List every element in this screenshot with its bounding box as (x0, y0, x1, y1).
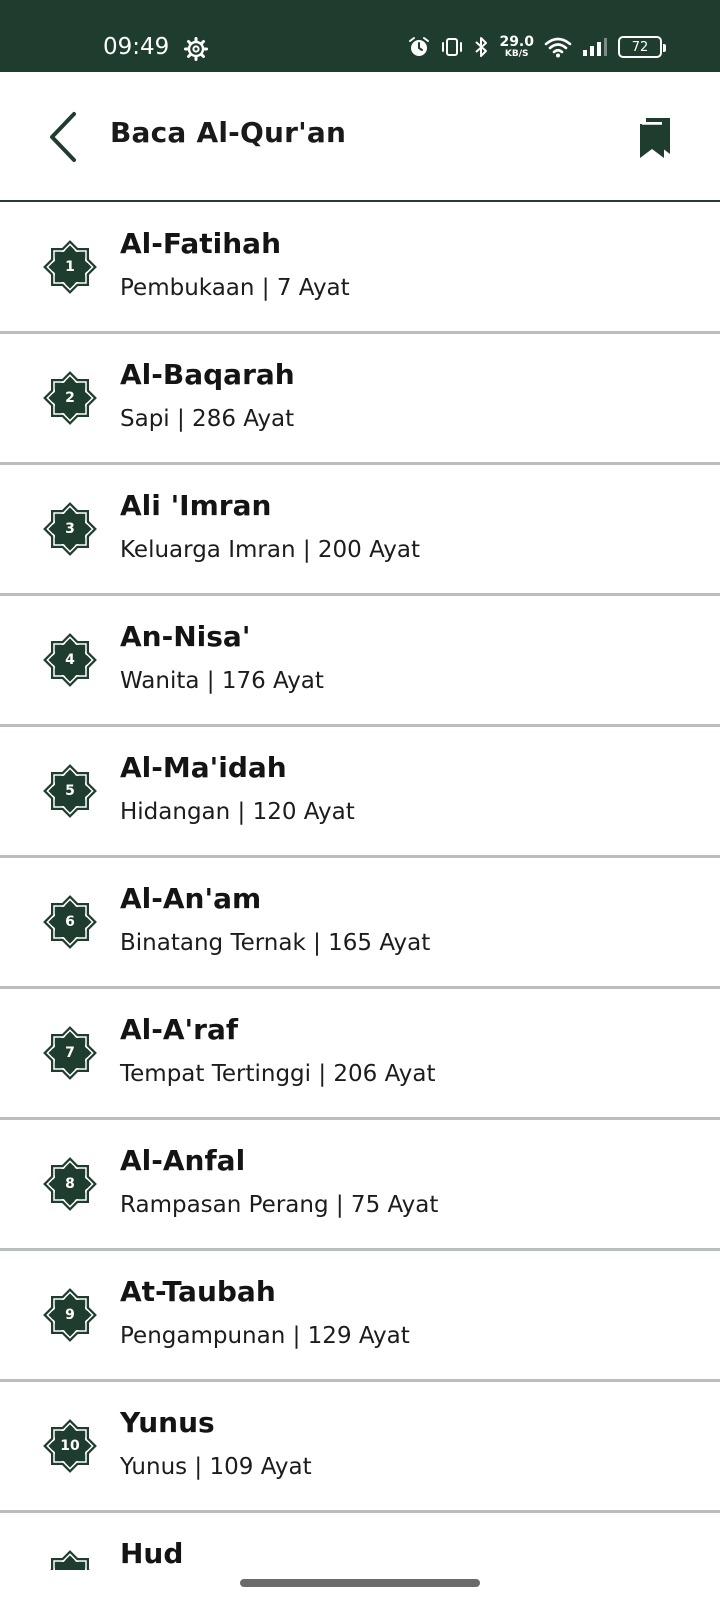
surah-number-badge: 5 (40, 761, 100, 821)
app-bar: Baca Al-Qur'an (0, 72, 720, 202)
surah-name: Ali 'Imran (120, 489, 272, 522)
surah-info: Pembukaan | 7 Ayat (120, 275, 350, 301)
alarm-icon (407, 35, 431, 59)
surah-info: Keluarga Imran | 200 Ayat (120, 537, 420, 563)
battery-level: 72 (631, 39, 649, 55)
surah-name: Al-A'raf (120, 1013, 239, 1046)
net-speed-value: 29.0 (499, 34, 534, 50)
status-time: 09:49 (103, 34, 170, 60)
surah-number-badge: 4 (40, 630, 100, 690)
surah-name: Al-Baqarah (120, 358, 295, 391)
surah-list-item[interactable]: 3 Ali 'Imran Keluarga Imran | 200 Ayat (0, 465, 720, 596)
surah-number-badge: 6 (40, 892, 100, 952)
surah-name: At-Taubah (120, 1275, 276, 1308)
surah-number: 1 (65, 259, 75, 275)
surah-number: 5 (65, 783, 75, 799)
status-bar: 09:49 29.0 KB/S 72 (0, 0, 720, 72)
surah-list-item[interactable]: 8 Al-Anfal Rampasan Perang | 75 Ayat (0, 1120, 720, 1251)
surah-list-item[interactable]: 4 An-Nisa' Wanita | 176 Ayat (0, 596, 720, 727)
net-speed: 29.0 KB/S (499, 35, 534, 59)
surah-info: Binatang Ternak | 165 Ayat (120, 930, 431, 956)
surah-number-badge: 10 (40, 1416, 100, 1476)
signal-icon (582, 37, 608, 57)
surah-number-badge: 9 (40, 1285, 100, 1345)
surah-list-item[interactable]: 2 Al-Baqarah Sapi | 286 Ayat (0, 334, 720, 465)
surah-name: Al-An'am (120, 882, 262, 915)
bluetooth-icon (473, 35, 489, 59)
page-title: Baca Al-Qur'an (110, 116, 347, 149)
surah-info: Sapi | 286 Ayat (120, 406, 295, 432)
surah-number-badge: 3 (40, 499, 100, 559)
surah-number: 6 (65, 914, 75, 930)
surah-number-badge: 8 (40, 1154, 100, 1214)
surah-number: 8 (65, 1176, 75, 1192)
surah-number: 2 (65, 390, 75, 406)
surah-number: 10 (60, 1438, 80, 1454)
surah-name: An-Nisa' (120, 620, 251, 653)
surah-number-badge: 2 (40, 368, 100, 428)
surah-list: 1 Al-Fatihah Pembukaan | 7 Ayat 2 Al-Baq… (0, 203, 720, 1600)
surah-number: 4 (65, 652, 75, 668)
surah-name: Al-Anfal (120, 1144, 246, 1177)
gear-icon (184, 37, 208, 61)
home-indicator[interactable] (240, 1579, 480, 1587)
wifi-icon (544, 36, 572, 58)
surah-list-item[interactable]: 9 At-Taubah Pengampunan | 129 Ayat (0, 1251, 720, 1382)
surah-list-item[interactable]: 1 Al-Fatihah Pembukaan | 7 Ayat (0, 203, 720, 334)
surah-number: 9 (65, 1307, 75, 1323)
surah-list-item[interactable]: 7 Al-A'raf Tempat Tertinggi | 206 Ayat (0, 989, 720, 1120)
surah-info: Yunus | 109 Ayat (120, 1454, 312, 1480)
vibrate-icon (441, 36, 463, 58)
surah-name: Yunus (120, 1406, 215, 1439)
battery-icon: 72 (618, 36, 666, 58)
chevron-left-icon (50, 112, 76, 162)
surah-number-badge: 1 (40, 237, 100, 297)
surah-number: 7 (65, 1045, 75, 1061)
surah-list-item[interactable]: 10 Yunus Yunus | 109 Ayat (0, 1382, 720, 1513)
surah-name: Al-Fatihah (120, 227, 282, 260)
bookmark-icon (640, 118, 670, 158)
status-icons: 29.0 KB/S 72 (407, 34, 666, 60)
surah-list-item[interactable]: 6 Al-An'am Binatang Ternak | 165 Ayat (0, 858, 720, 989)
bookmarks-button[interactable] (638, 116, 672, 160)
surah-list-item[interactable]: 5 Al-Ma'idah Hidangan | 120 Ayat (0, 727, 720, 858)
net-speed-unit: KB/S (504, 49, 529, 59)
surah-number: 3 (65, 521, 75, 537)
surah-info: Hidangan | 120 Ayat (120, 799, 355, 825)
surah-info: Wanita | 176 Ayat (120, 668, 324, 694)
surah-name: Hud (120, 1537, 184, 1570)
surah-info: Tempat Tertinggi | 206 Ayat (120, 1061, 436, 1087)
back-button[interactable] (44, 108, 86, 168)
surah-info: Pengampunan | 129 Ayat (120, 1323, 410, 1349)
surah-name: Al-Ma'idah (120, 751, 287, 784)
surah-number-badge: 7 (40, 1023, 100, 1083)
surah-info: Rampasan Perang | 75 Ayat (120, 1192, 439, 1218)
